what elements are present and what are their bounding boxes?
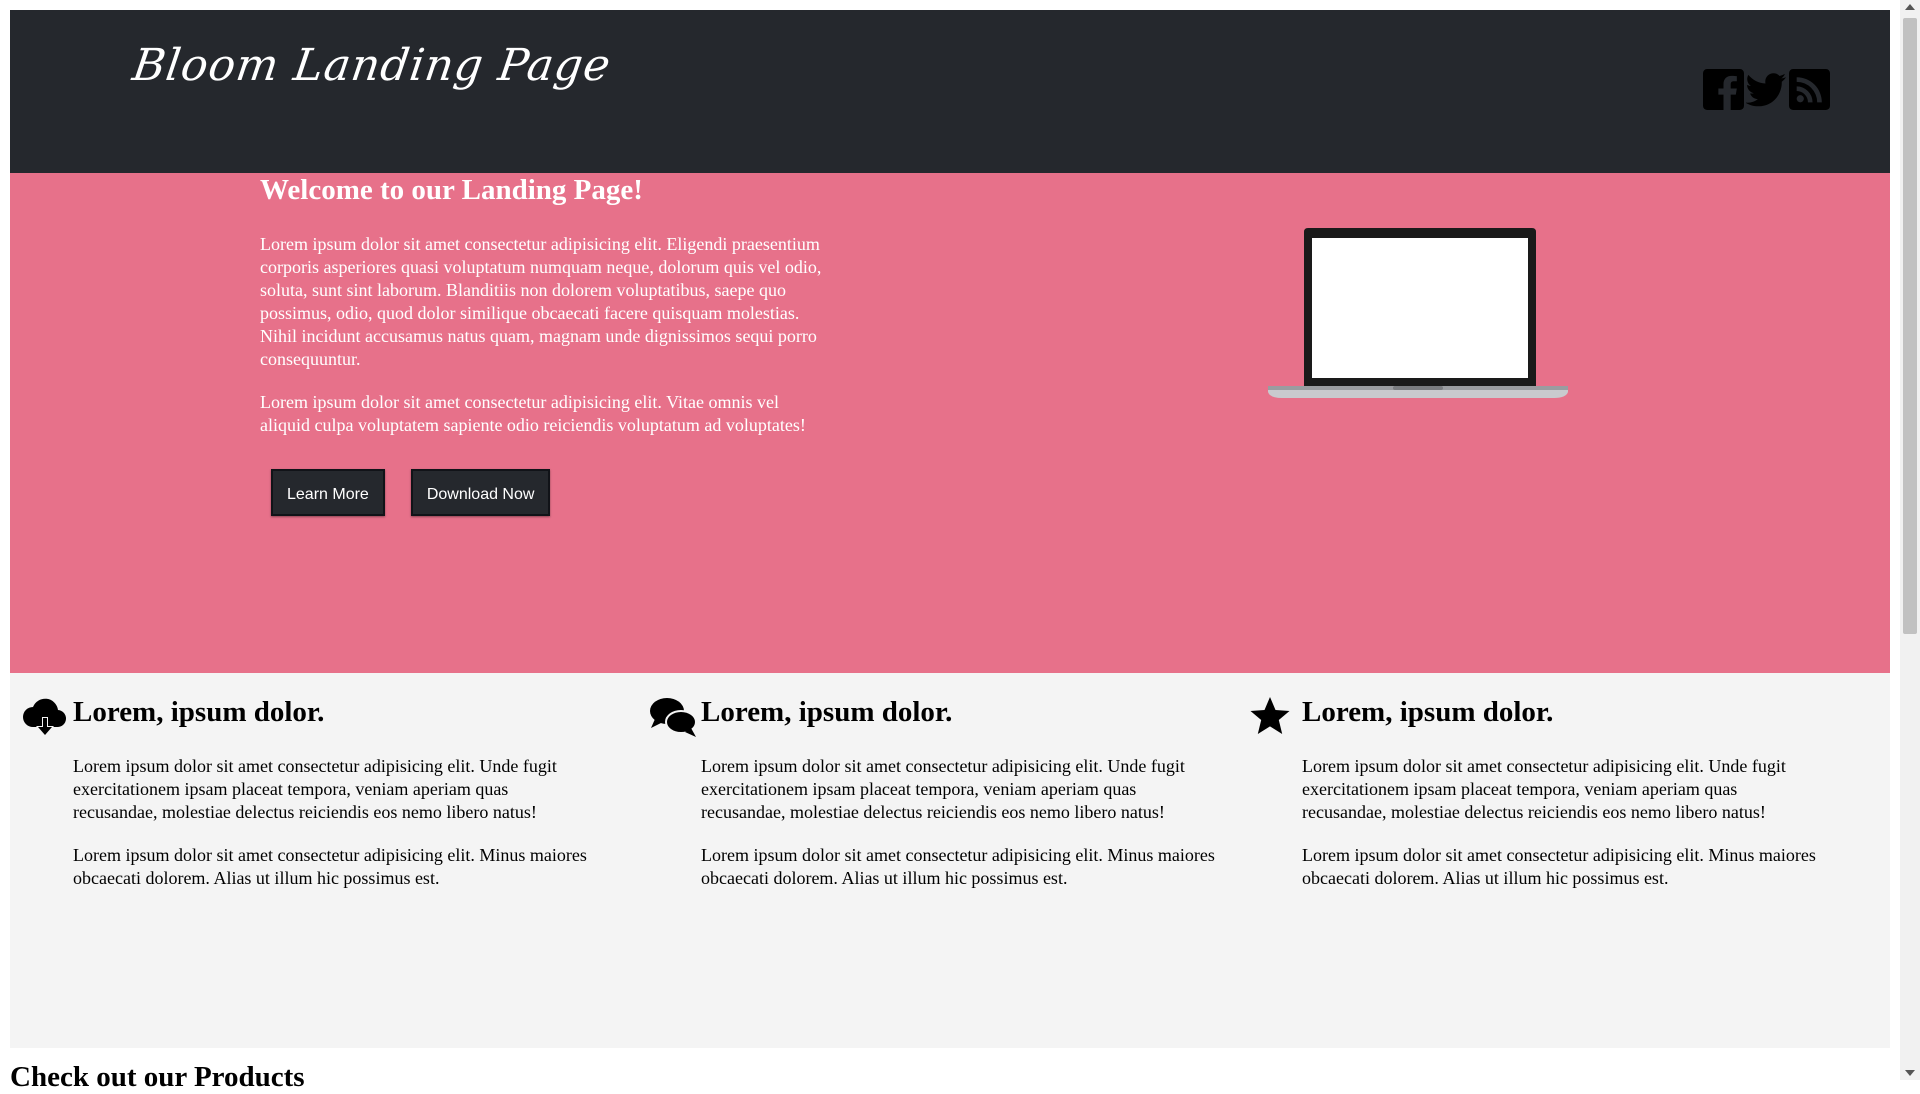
scrollbar-thumb[interactable] [1903, 18, 1917, 634]
products-section-title: Check out our Products [10, 1061, 305, 1093]
feature-paragraph: Lorem ipsum dolor sit amet consectetur a… [73, 756, 557, 822]
scroll-down-arrow-icon[interactable] [1905, 1070, 1915, 1076]
hero-buttons: Learn More Download Now [260, 469, 830, 516]
learn-more-button[interactable]: Learn More [271, 469, 385, 516]
hero-section: Welcome to our Landing Page! Lorem ipsum… [10, 173, 1890, 673]
rss-icon[interactable] [1789, 69, 1830, 110]
chat-bubbles-icon [650, 698, 697, 737]
hero-paragraph: Lorem ipsum dolor sit amet consectetur a… [260, 234, 822, 369]
feature-title: Lorem, ipsum dolor. [73, 696, 325, 728]
scroll-up-arrow-icon[interactable] [1905, 4, 1915, 10]
features-section: Lorem, ipsum dolor. Lorem ipsum dolor si… [10, 673, 1890, 1048]
hero-paragraph: Lorem ipsum dolor sit amet consectetur a… [260, 392, 806, 435]
page-scrollbar[interactable] [1900, 0, 1920, 1080]
feature-paragraph: Lorem ipsum dolor sit amet consectetur a… [701, 756, 1185, 822]
download-now-button[interactable]: Download Now [410, 469, 551, 516]
feature-body: Lorem ipsum dolor sit amet consectetur a… [73, 755, 588, 890]
feature-paragraph: Lorem ipsum dolor sit amet consectetur a… [1302, 756, 1786, 822]
feature-paragraph: Lorem ipsum dolor sit amet consectetur a… [701, 845, 1215, 888]
feature-title: Lorem, ipsum dolor. [701, 696, 953, 728]
feature-title: Lorem, ipsum dolor. [1302, 696, 1554, 728]
feature-body: Lorem ipsum dolor sit amet consectetur a… [1302, 755, 1817, 890]
star-icon [1250, 697, 1290, 734]
feature-body: Lorem ipsum dolor sit amet consectetur a… [701, 755, 1216, 890]
hero-title: Welcome to our Landing Page! [260, 174, 643, 206]
landing-page: Bloom Landing Page Welcome to our Landin… [10, 10, 1890, 1048]
facebook-icon[interactable] [1703, 69, 1744, 110]
twitter-icon[interactable] [1746, 69, 1787, 110]
site-logo[interactable]: Bloom Landing Page [129, 40, 614, 91]
laptop-image [1268, 228, 1568, 398]
site-header: Bloom Landing Page [10, 10, 1890, 173]
hero-content: Welcome to our Landing Page! Lorem ipsum… [260, 173, 830, 516]
cloud-download-icon [23, 698, 67, 736]
feature-paragraph: Lorem ipsum dolor sit amet consectetur a… [1302, 845, 1816, 888]
social-links [1703, 69, 1830, 110]
feature-paragraph: Lorem ipsum dolor sit amet consectetur a… [73, 845, 587, 888]
